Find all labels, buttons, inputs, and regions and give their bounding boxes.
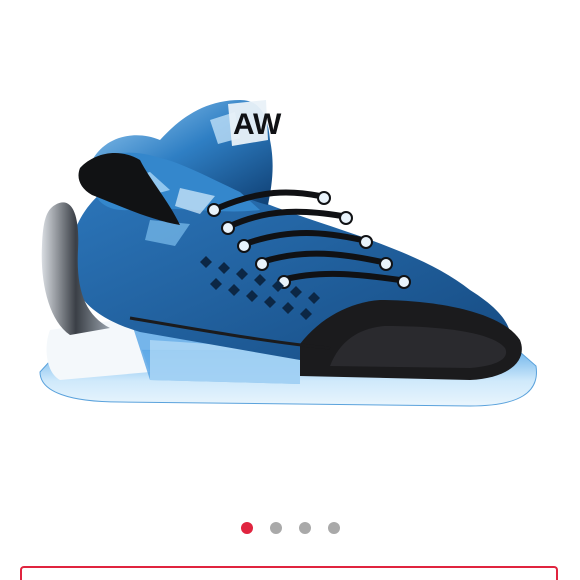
details-panel [20, 566, 558, 580]
carousel-dot-3[interactable] [298, 522, 311, 534]
product-image-carousel[interactable]: AW [0, 0, 580, 505]
sneaker-photo: AW [39, 100, 537, 407]
svg-text:AW: AW [233, 108, 282, 141]
carousel-dot-2[interactable] [269, 522, 282, 534]
product-listing-screen: AW [0, 0, 580, 580]
carousel-dot-1[interactable] [240, 522, 253, 534]
carousel-dot-4[interactable] [327, 522, 340, 534]
carousel-pagination [0, 520, 580, 536]
